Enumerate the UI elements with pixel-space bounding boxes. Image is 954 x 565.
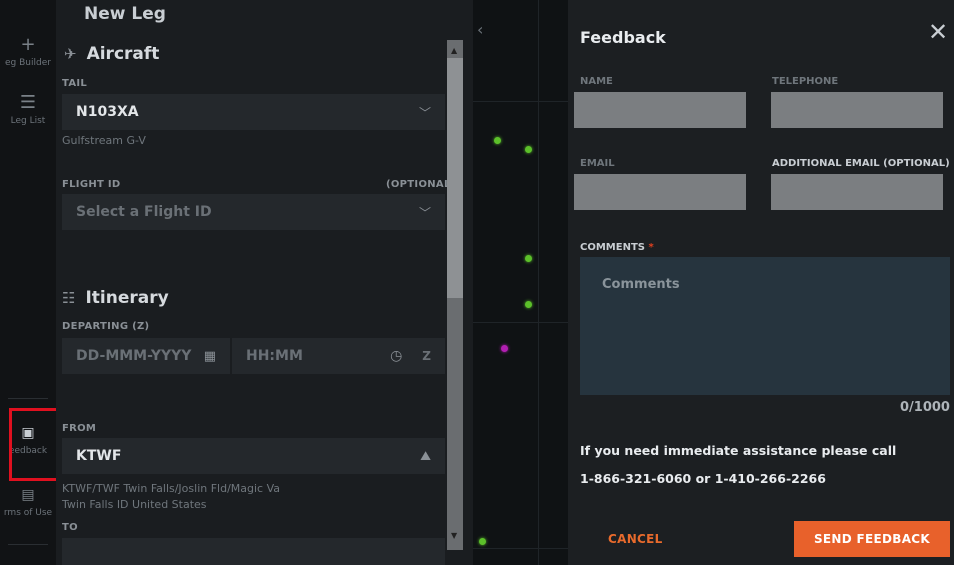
- name-input[interactable]: [574, 92, 746, 128]
- map-view[interactable]: [473, 0, 568, 565]
- from-description-2: Twin Falls ID United States: [62, 498, 207, 511]
- map-marker[interactable]: [525, 146, 532, 153]
- tail-value: N103XA: [76, 104, 139, 120]
- feedback-panel: Feedback ✕ NAME TELEPHONE EMAIL ADDITION…: [568, 0, 954, 565]
- telephone-label: TELEPHONE: [772, 76, 839, 87]
- map-grid-line: [538, 0, 539, 565]
- aircraft-type: Gulfstream G-V: [62, 134, 146, 147]
- itinerary-section-header: ☷ Itinerary: [62, 288, 169, 308]
- nav-leg-list[interactable]: ☰ Leg List: [0, 92, 56, 127]
- nav-leg-builder-label: eg Builder: [5, 58, 51, 68]
- clock-icon[interactable]: ◷: [390, 348, 402, 364]
- telephone-input[interactable]: [771, 92, 943, 128]
- feedback-highlight-box: [9, 408, 61, 481]
- map-marker[interactable]: [525, 301, 532, 308]
- chevron-down-icon: ﹀: [418, 105, 431, 120]
- from-label: FROM: [62, 423, 97, 434]
- comments-placeholder: Comments: [602, 277, 680, 292]
- departing-date-input[interactable]: DD-MMM-YYYY ▦: [62, 338, 230, 374]
- assistance-text: If you need immediate assistance please …: [580, 443, 897, 458]
- comments-label: COMMENTS *: [580, 242, 654, 253]
- list-icon: ☰: [19, 92, 37, 113]
- additional-email-input[interactable]: [771, 174, 943, 210]
- date-placeholder: DD-MMM-YYYY: [76, 348, 192, 364]
- to-input[interactable]: [62, 538, 445, 565]
- from-input[interactable]: KTWF ⛰: [62, 438, 445, 474]
- chevron-down-icon: ﹀: [418, 205, 431, 220]
- email-label: EMAIL: [580, 158, 615, 169]
- plus-icon: +: [20, 34, 36, 55]
- timezone-label: Z: [422, 349, 431, 363]
- map-grid-line: [473, 548, 568, 549]
- tail-select[interactable]: N103XA ﹀: [62, 94, 445, 130]
- nav-divider: [8, 398, 48, 399]
- flight-id-optional: (OPTIONAL): [386, 179, 456, 190]
- nav-terms-label: rms of Use: [3, 508, 53, 518]
- from-value: KTWF: [76, 448, 122, 464]
- plane-icon: ✈: [64, 45, 77, 63]
- leg-title: New Leg: [84, 4, 166, 24]
- sliders-icon: ☷: [62, 289, 76, 307]
- comments-label-text: COMMENTS: [580, 242, 645, 253]
- scroll-down-icon[interactable]: ▼: [451, 531, 457, 540]
- to-label: TO: [62, 522, 78, 533]
- itinerary-section-title: Itinerary: [85, 288, 169, 308]
- leg-panel: New Leg ✈ Aircraft TAIL N103XA ﹀ Gulfstr…: [56, 0, 473, 565]
- scrollbar-thumb[interactable]: [447, 58, 463, 298]
- assistance-phones: 1-866-321-6060 or 1-410-266-2266: [580, 471, 826, 486]
- from-description-1: KTWF/TWF Twin Falls/Joslin Fld/Magic Va: [62, 482, 281, 495]
- map-marker[interactable]: [494, 137, 501, 144]
- calendar-icon[interactable]: ▦: [204, 349, 216, 364]
- send-feedback-button[interactable]: SEND FEEDBACK: [794, 521, 950, 557]
- map-marker-alt[interactable]: [501, 345, 508, 352]
- character-counter: 0/1000: [900, 400, 950, 415]
- map-grid-line: [473, 101, 568, 102]
- aircraft-section-title: Aircraft: [86, 44, 160, 64]
- collapse-panel-icon[interactable]: ‹: [477, 20, 483, 39]
- time-placeholder: HH:MM: [246, 348, 303, 364]
- document-icon: ▤: [21, 487, 35, 503]
- cancel-button[interactable]: CANCEL: [608, 532, 663, 546]
- close-icon[interactable]: ✕: [928, 20, 948, 44]
- map-grid-line: [473, 322, 568, 323]
- flight-id-select[interactable]: Select a Flight ID ﹀: [62, 194, 445, 230]
- departing-label: DEPARTING (Z): [62, 321, 150, 332]
- email-input[interactable]: [574, 174, 746, 210]
- map-marker[interactable]: [525, 255, 532, 262]
- name-label: NAME: [580, 76, 613, 87]
- aircraft-section-header: ✈ Aircraft: [64, 44, 159, 64]
- feedback-title: Feedback: [580, 28, 666, 47]
- nav-leg-list-label: Leg List: [10, 116, 46, 126]
- flight-id-placeholder: Select a Flight ID: [76, 204, 212, 220]
- flight-id-label: FLIGHT ID: [62, 179, 121, 190]
- map-icon[interactable]: ⛰: [420, 449, 431, 464]
- required-mark: *: [648, 242, 654, 253]
- nav-terms[interactable]: ▤ rms of Use: [0, 486, 56, 518]
- nav-leg-builder[interactable]: + eg Builder: [0, 34, 56, 69]
- departing-time-input[interactable]: HH:MM ◷ Z: [232, 338, 445, 374]
- scroll-up-icon[interactable]: ▲: [451, 46, 457, 55]
- nav-divider-bottom: [8, 544, 48, 545]
- tail-label: TAIL: [62, 78, 88, 89]
- map-marker[interactable]: [479, 538, 486, 545]
- comments-textarea[interactable]: Comments: [580, 257, 950, 395]
- additional-email-label: ADDITIONAL EMAIL (OPTIONAL): [772, 158, 950, 169]
